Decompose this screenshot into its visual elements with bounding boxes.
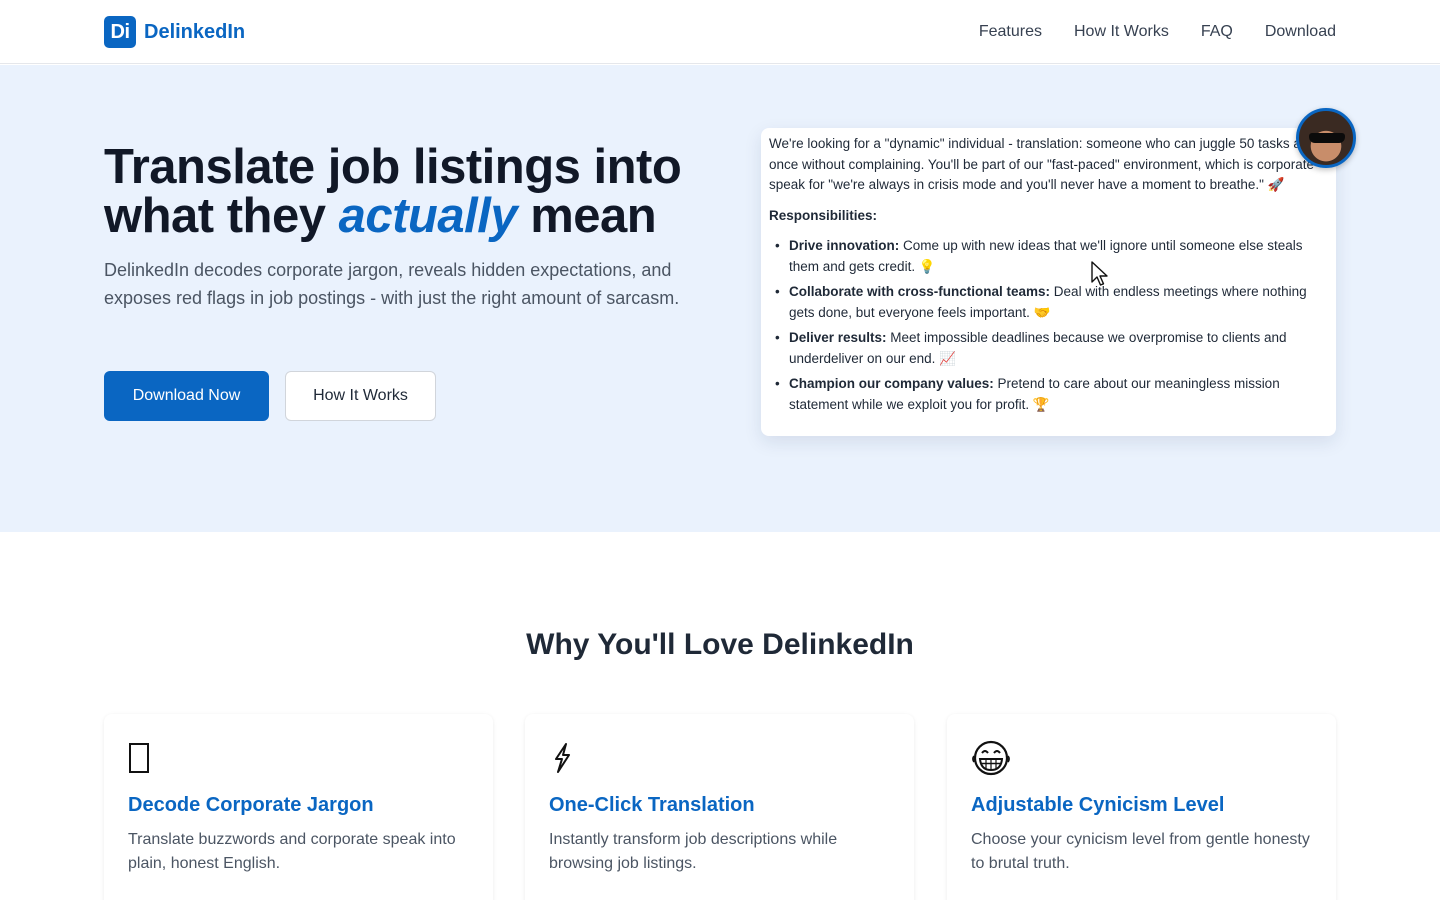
download-now-button[interactable]: Download Now <box>104 371 269 421</box>
translation-preview-card: We're looking for a "dynamic" individual… <box>761 128 1336 436</box>
item-label: Collaborate with cross-functional teams: <box>789 284 1051 299</box>
nav-link-features[interactable]: Features <box>979 23 1042 41</box>
nav-link-how-it-works[interactable]: How It Works <box>1074 23 1169 41</box>
nav-link-faq[interactable]: FAQ <box>1201 23 1233 41</box>
site-header: Di DelinkedIn Features How It Works FAQ … <box>0 0 1440 64</box>
feature-desc: Translate buzzwords and corporate speak … <box>128 831 456 872</box>
hero-subtitle: DelinkedIn decodes corporate jargon, rev… <box>104 260 680 308</box>
main-nav: Features How It Works FAQ Download <box>979 0 1336 64</box>
hero-title: Translate job listings into what they ac… <box>104 143 724 241</box>
hero-title-line1: Translate job listings into <box>104 140 682 194</box>
feature-card-one-click: One-Click Translation Instantly transfor… <box>525 714 914 900</box>
feature-card-decode: Decode Corporate Jargon Translate buzzwo… <box>104 714 493 900</box>
grinning-face-icon <box>971 738 1011 778</box>
feature-desc: Choose your cynicism level from gentle h… <box>971 831 1310 872</box>
feature-desc: Instantly transform job descriptions whi… <box>549 831 838 872</box>
lightning-icon <box>549 738 589 778</box>
logo-mark-icon: Di <box>104 16 136 48</box>
hero-title-emphasis: actually <box>338 189 518 243</box>
feature-title: Adjustable Cynicism Level <box>971 794 1225 816</box>
mouse-cursor-icon <box>1091 261 1108 286</box>
missing-glyph-icon <box>128 738 168 778</box>
nav-link-download[interactable]: Download <box>1265 23 1336 41</box>
feature-title: One-Click Translation <box>549 794 755 816</box>
brand-name: DelinkedIn <box>144 20 246 43</box>
sunglasses-icon <box>1309 133 1345 143</box>
avatar[interactable] <box>1296 108 1356 168</box>
how-it-works-button[interactable]: How It Works <box>285 371 436 421</box>
list-item: Collaborate with cross-functional teams:… <box>769 282 1328 323</box>
item-label: Drive innovation: <box>789 238 900 253</box>
logo[interactable]: Di DelinkedIn <box>104 16 245 48</box>
features-title: Why You'll Love DelinkedIn <box>526 628 914 661</box>
list-item: Champion our company values: Pretend to … <box>769 374 1328 415</box>
feature-card-cynicism: Adjustable Cynicism Level Choose your cy… <box>947 714 1336 900</box>
responsibilities-heading: Responsibilities: <box>769 207 878 223</box>
list-item: Deliver results: Meet impossible deadlin… <box>769 328 1328 369</box>
feature-title: Decode Corporate Jargon <box>128 794 374 816</box>
list-item: Drive innovation: Come up with new ideas… <box>769 236 1328 277</box>
preview-intro: We're looking for a "dynamic" individual… <box>769 136 1314 192</box>
responsibilities-list: Drive innovation: Come up with new ideas… <box>769 236 1328 415</box>
item-label: Deliver results: <box>789 330 887 345</box>
hero-title-line2-pre: what they <box>104 189 339 243</box>
item-label: Champion our company values: <box>789 376 994 391</box>
hero-title-line2-post: mean <box>517 189 657 243</box>
